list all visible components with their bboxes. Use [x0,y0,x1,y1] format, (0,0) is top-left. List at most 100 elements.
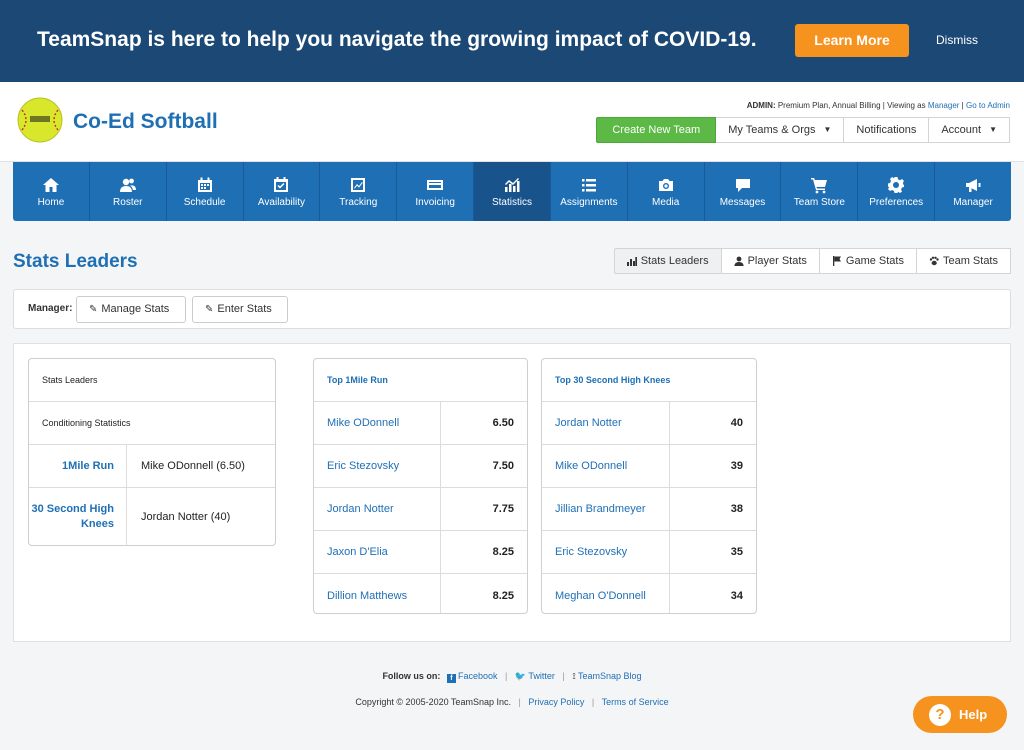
nav-item-statistics[interactable]: Statistics [474,162,551,221]
tab-label: Team Stats [942,255,998,267]
divider: | [505,671,508,681]
notifications-button[interactable]: Notifications [844,117,930,143]
player-value: 7.50 [492,460,514,472]
nav-item-manager[interactable]: Manager [935,162,1011,221]
player-value: 38 [730,503,743,515]
my-teams-dropdown[interactable]: My Teams & Orgs ▼ [716,117,845,143]
stat-name-link[interactable]: 30 Second High Knees [29,488,127,545]
nav-item-media[interactable]: Media [628,162,705,221]
summary-row: 30 Second High Knees Jordan Notter (40) [29,488,275,545]
terms-of-service-link[interactable]: Terms of Service [602,697,669,707]
nav-label: Roster [113,197,143,208]
player-link[interactable]: Dillion Matthews [314,574,441,613]
availability-icon [274,177,289,192]
nav-label: Availability [257,197,305,208]
manager-label: Manager: [28,303,73,314]
player-link[interactable]: Eric Stezovsky [314,445,441,487]
nav-label: Invoicing [415,197,455,208]
nav-item-tracking[interactable]: Tracking [320,162,398,221]
manage-stats-label: Manage Stats [101,303,170,315]
player-link[interactable]: Meghan O'Donnell [542,574,670,613]
player-value: 7.75 [492,503,514,515]
tab-label: Player Stats [747,255,807,267]
tab-team-stats[interactable]: Team Stats [916,248,1011,274]
nav-label: Media [652,197,680,208]
manage-stats-button[interactable]: ✎ Manage Stats [76,296,186,323]
manager-toolbar: Manager: ✎ Manage Stats ✎ Enter Stats [13,289,1011,329]
nav-label: Assignments [560,197,618,208]
softball-logo-icon [17,97,63,143]
summary-header: Stats Leaders [29,359,275,402]
caret-down-icon: ▼ [823,125,832,134]
stats-content: Stats Leaders Conditioning Statistics 1M… [13,343,1011,642]
nav-item-roster[interactable]: Roster [90,162,167,221]
leaderboard-row: Mike ODonnell 6.50 [314,402,527,445]
blog-link[interactable]: TeamSnap Blog [578,671,642,681]
viewing-as-link[interactable]: Manager [928,101,960,110]
facebook-icon: f [446,674,456,683]
tab-player-stats[interactable]: Player Stats [721,248,820,274]
dismiss-link[interactable]: Dismiss [936,33,978,47]
tab-stats-leaders[interactable]: Stats Leaders [613,248,722,274]
header-button-group: Create New Team My Teams & Orgs ▼ Notifi… [596,117,1010,143]
player-link[interactable]: Mike ODonnell [542,445,670,487]
follow-us: Follow us on: f Facebook | 🐦 Twitter | ⟟ … [0,671,1024,683]
player-link[interactable]: Eric Stezovsky [542,531,670,573]
tab-game-stats[interactable]: Game Stats [819,248,917,274]
leaderboard-high-knees: Top 30 Second High Knees Jordan Notter 4… [541,358,757,614]
player-link[interactable]: Jillian Brandmeyer [542,488,670,530]
stat-leader: Mike ODonnell (6.50) [141,460,245,472]
nav-item-preferences[interactable]: Preferences [858,162,936,221]
pencil-icon: ✎ [89,304,98,315]
privacy-policy-link[interactable]: Privacy Policy [528,697,584,707]
statistics-icon [504,178,520,192]
nav-item-invoicing[interactable]: Invoicing [397,162,475,221]
nav-label: Messages [719,197,766,208]
nav-item-home[interactable]: Home [13,162,90,221]
main-nav: Home Roster Schedule Availability Tracki… [13,162,1011,221]
admin-prefix: ADMIN: [746,101,776,110]
create-new-team-button[interactable]: Create New Team [596,117,717,143]
learn-more-button[interactable]: Learn More [795,24,909,57]
account-label: Account [941,124,982,136]
nav-label: Schedule [183,197,226,208]
nav-label: Home [37,197,65,208]
megaphone-icon [966,179,981,192]
follow-label: Follow us on: [382,671,441,681]
nav-item-availability[interactable]: Availability [244,162,321,221]
help-label: Help [959,707,988,722]
divider: | [591,697,595,707]
admin-plan: Premium Plan, Annual Billing | Viewing a… [775,101,928,110]
player-value: 8.25 [492,589,514,602]
credit-card-icon [427,180,444,190]
leaderboard-row: Eric Stezovsky 35 [542,531,756,574]
divider: | [562,671,565,681]
player-link[interactable]: Jordan Notter [542,402,670,444]
nav-label: Tracking [339,197,378,208]
banner-text: TeamSnap is here to help you navigate th… [37,28,757,51]
nav-item-messages[interactable]: Messages [705,162,782,221]
copyright-text: Copyright © 2005-2020 TeamSnap Inc. [355,697,511,707]
flag-icon [832,256,841,266]
player-value: 6.50 [492,417,514,429]
player-link[interactable]: Mike ODonnell [314,402,441,444]
stat-name-link[interactable]: 1Mile Run [29,445,127,487]
nav-label: Manager [953,197,993,208]
help-button[interactable]: ? Help [913,696,1007,733]
player-link[interactable]: Jaxon D'Elia [314,531,441,573]
enter-stats-button[interactable]: ✎ Enter Stats [192,296,288,323]
enter-stats-label: Enter Stats [217,303,272,315]
team-name[interactable]: Co-Ed Softball [73,110,218,134]
nav-item-assignments[interactable]: Assignments [551,162,628,221]
player-link[interactable]: Jordan Notter [314,488,441,530]
leaderboard-row: Jordan Notter 7.75 [314,488,527,531]
twitter-link[interactable]: Twitter [528,671,555,681]
account-dropdown[interactable]: Account ▼ [929,117,1010,143]
go-to-admin-link[interactable]: Go to Admin [966,101,1010,110]
nav-item-schedule[interactable]: Schedule [167,162,244,221]
nav-item-team-store[interactable]: Team Store [781,162,859,221]
user-icon [734,256,744,266]
facebook-link[interactable]: Facebook [458,671,498,681]
pencil-icon: ✎ [205,304,214,315]
camera-icon [658,179,673,191]
